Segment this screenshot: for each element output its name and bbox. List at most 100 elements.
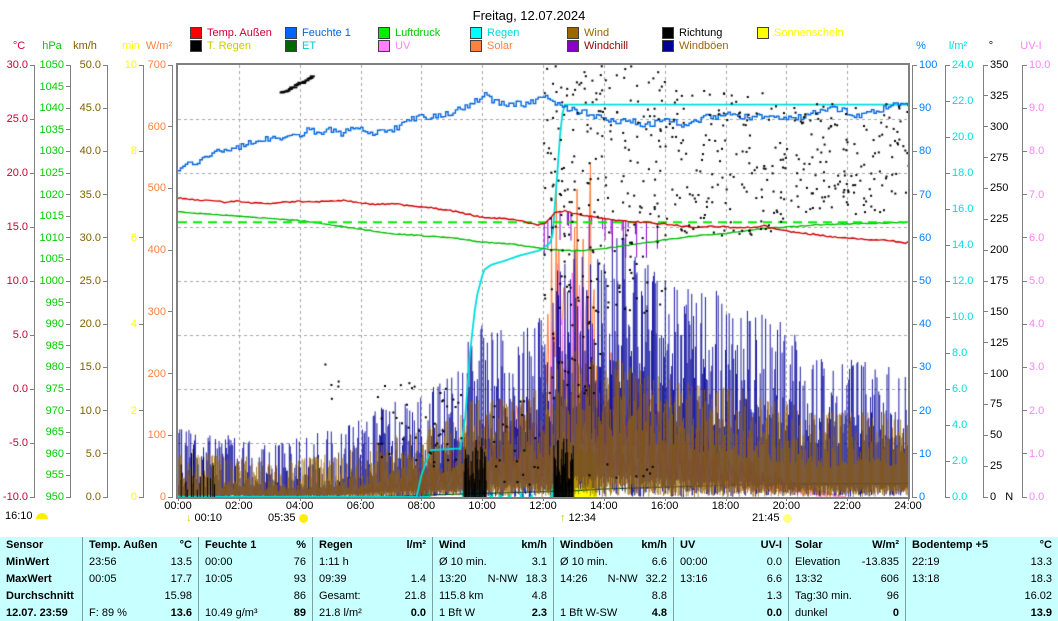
legend-color-swatch-icon — [378, 40, 390, 52]
legend-color-swatch-icon — [567, 40, 579, 52]
axis-tick-label-kmh: 50.0 — [79, 59, 101, 71]
axis-tick-label-deg: 25 — [990, 460, 1003, 473]
table-row-label: MinWert — [0, 554, 82, 571]
table-cell-row: Ø 10 min. 3.1 — [433, 554, 553, 571]
up-arrow-icon: ↑ — [560, 511, 566, 524]
axis-tick-label-pct: 50 — [919, 275, 932, 287]
table-cell-row: 1 Bft W-SW 4.8 — [554, 604, 673, 621]
legend-item-label: Solar — [487, 40, 513, 52]
axis-tick-label-pct: 90 — [919, 102, 932, 115]
axis-tick-label-deg: 325 — [990, 89, 1009, 102]
axis-tick-label-deg: 350 — [990, 59, 1009, 71]
axis-tick-label-temp: 30.0 — [6, 59, 28, 71]
axis-line-uvi — [1022, 65, 1023, 498]
astro-annotation-21-45: 21:45 — [752, 512, 792, 524]
axis-tick-lm2 — [946, 100, 950, 102]
axis-tick-label-hpa: 1050 — [39, 59, 64, 71]
legend-item-et: ET — [285, 40, 316, 52]
legend-item-label: Wind — [584, 27, 610, 39]
table-cell-value: 32.2 — [645, 572, 667, 585]
axis-tick-label-kmh: 15.0 — [79, 361, 101, 374]
table-row-label-text: MinWert — [6, 556, 50, 569]
axis-tick-hpa — [66, 431, 70, 433]
table-cell-direction: N-NW — [487, 572, 518, 585]
table-cell-row: 86 — [199, 587, 312, 604]
table-cell-row: Ø 10 min. 6.6 — [554, 554, 673, 571]
axis-tick-label-hpa: 985 — [45, 339, 64, 352]
astro-time-label: 00:10 — [194, 512, 223, 524]
axis-tick-deg — [984, 403, 988, 405]
table-cell-value: 2.3 — [531, 606, 547, 619]
table-cell-row: 10:05 93 — [199, 571, 312, 588]
table-cell-label: 14:26 — [560, 572, 588, 585]
table-row-label: Durchschnitt — [0, 587, 82, 604]
table-cell-row: 13:16 6.6 — [674, 571, 788, 588]
axis-tick-hpa — [66, 302, 70, 304]
x-axis-tick-label: 04:00 — [285, 500, 314, 512]
axis-tick-label-temp: 5.0 — [12, 329, 28, 341]
table-cell-row: 1 Bft W 2.3 — [433, 604, 553, 621]
axis-tick-wm2 — [168, 311, 172, 313]
axis-tick-label-pct: 70 — [919, 188, 932, 201]
astro-annotation-00-10: ↓ 00:10 — [186, 512, 222, 524]
legend-item-label: Sonnenschein — [774, 27, 844, 39]
axis-tick-deg — [984, 249, 988, 251]
axis-tick-label-kmh: 0.0 — [85, 491, 101, 503]
axis-line-lm2 — [945, 65, 946, 498]
axis-tick-deg — [984, 280, 988, 282]
axis-tick-label-deg: 175 — [990, 275, 1009, 287]
legend-color-swatch-icon — [470, 40, 482, 52]
sun-icon — [298, 513, 308, 523]
axis-tick-label-wm2: 100 — [147, 429, 166, 442]
axis-header-kmh: km/h — [73, 40, 97, 52]
axis-tick-uvi — [1023, 323, 1027, 325]
axis-tick-label-hpa: 960 — [45, 447, 64, 460]
axis-tick-lm2 — [946, 208, 950, 210]
legend-color-swatch-icon — [662, 27, 674, 39]
axis-tick-min — [139, 237, 143, 239]
table-cell-value: 0.0 — [410, 606, 426, 619]
legend-item-luftdruck: Luftdruck — [378, 27, 440, 39]
axis-header-min: min — [122, 40, 140, 52]
axis-tick-label-lm2: 4.0 — [952, 419, 968, 431]
axis-tick-label-uvi: 9.0 — [1029, 102, 1045, 115]
axis-tick-kmh — [103, 107, 107, 109]
page-title: Freitag, 12.07.2024 — [472, 8, 586, 23]
table-cell-value: 13.6 — [170, 606, 192, 619]
axis-tick-label-uvi: 6.0 — [1029, 231, 1045, 244]
axis-tick-label-deg: 225 — [990, 213, 1009, 226]
table-cell-value: 0.0 — [766, 606, 782, 619]
axis-tick-label-lm2: 8.0 — [952, 347, 968, 359]
axis-tick-label-hpa: 1015 — [39, 210, 64, 223]
axis-tick-label-wm2: 500 — [147, 182, 166, 195]
table-cell-row: 15.98 — [83, 587, 198, 604]
table-cell-row: 13:18 18.3 — [906, 571, 1058, 588]
axis-tick-wm2 — [168, 249, 172, 251]
x-axis-tick-label: 00:00 — [164, 500, 192, 512]
x-axis-tick-label: 24:00 — [894, 500, 922, 512]
x-axis-tick-label: 20:00 — [772, 500, 801, 512]
axis-tick-pct — [913, 453, 917, 455]
axis-tick-hpa — [66, 86, 70, 88]
axis-tick-label-deg: 200 — [990, 244, 1009, 257]
axis-tick-label-lm2: 24.0 — [952, 59, 974, 71]
axis-tick-kmh — [103, 280, 107, 282]
axis-tick-label-wm2: 0 — [159, 491, 166, 503]
axis-tick-label-pct: 10 — [919, 447, 932, 460]
legend-item-windchill: Windchill — [567, 40, 628, 52]
x-axis-tick-label: 02:00 — [225, 500, 253, 512]
table-cell-label: 13:16 — [680, 572, 708, 585]
table-column-unit: km/h — [521, 539, 547, 552]
axis-tick-label-hpa: 1010 — [39, 231, 64, 244]
axis-tick-label-lm2: 10.0 — [952, 311, 974, 323]
table-row-label-text: Durchschnitt — [6, 589, 74, 602]
axis-tick-label-kmh: 5.0 — [85, 447, 101, 460]
table-cell-row: 1:11 h — [313, 554, 432, 571]
x-axis-tick-label: 06:00 — [346, 500, 375, 512]
axis-tick-label-deg: 100 — [990, 367, 1009, 380]
table-cell-label: 10:05 — [205, 572, 233, 585]
axis-tick-uvi — [1023, 496, 1027, 498]
axis-tick-label-pct: 80 — [919, 145, 932, 158]
table-row-label: MaxWert — [0, 571, 82, 588]
axis-tick-uvi — [1023, 366, 1027, 368]
